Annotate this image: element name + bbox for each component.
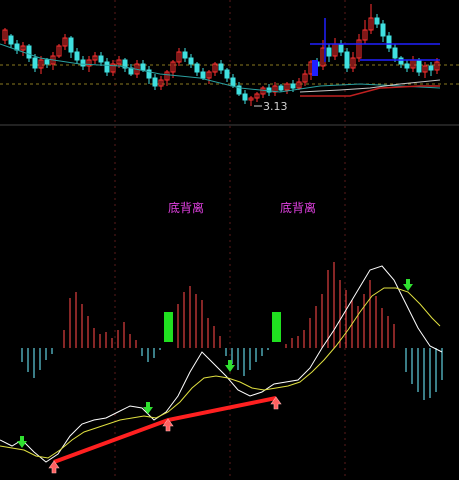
candle-body <box>26 45 32 59</box>
divergence-trend-line <box>53 396 277 464</box>
sell-arrow-icon <box>403 279 413 291</box>
candle-body <box>44 59 50 65</box>
candle-body <box>416 59 422 73</box>
candle-body <box>188 57 194 65</box>
low-marker-value: 3.13 <box>263 100 288 113</box>
candle-body <box>8 35 14 45</box>
price-panel: 3.13 <box>0 4 441 113</box>
candle-body <box>68 37 74 53</box>
candle-body <box>224 69 230 79</box>
candle-body <box>278 85 284 91</box>
candle-body <box>140 63 146 71</box>
candle-body <box>152 77 158 87</box>
sell-arrow-icon <box>225 360 235 372</box>
candle-body <box>344 51 350 69</box>
divergence-label: 底背离 <box>280 200 316 215</box>
signal-block <box>272 312 281 342</box>
sell-arrow-icon <box>143 402 153 414</box>
macd-panel: 底背离 底背离 <box>0 200 443 474</box>
candle-body <box>242 93 248 101</box>
candle-body <box>32 57 38 69</box>
candle-body <box>230 77 236 87</box>
candle-body <box>374 17 380 25</box>
candle-body <box>428 65 434 71</box>
candle-body <box>404 63 410 69</box>
candle-body <box>290 83 296 89</box>
dif-line <box>0 265 443 463</box>
candle-body <box>104 61 110 73</box>
candle-body <box>338 43 344 53</box>
candle-body <box>98 55 104 63</box>
candle-body <box>380 23 386 37</box>
highlight-candle <box>312 60 318 76</box>
candle-body <box>200 71 206 79</box>
candle-body <box>386 35 392 49</box>
candle-body <box>218 63 224 71</box>
candle-body <box>80 59 86 67</box>
candle-body <box>392 47 398 59</box>
dea-line <box>0 287 441 459</box>
sell-arrow-icon <box>17 436 27 448</box>
candle-body <box>194 63 200 73</box>
candle-body <box>326 47 332 57</box>
candle-body <box>182 51 188 59</box>
signal-block <box>164 312 173 342</box>
divergence-label: 底背离 <box>168 200 204 215</box>
candle-body <box>74 51 80 61</box>
stock-chart: 3.13 底背离 底背离 <box>0 0 459 480</box>
candle-body <box>398 57 404 65</box>
